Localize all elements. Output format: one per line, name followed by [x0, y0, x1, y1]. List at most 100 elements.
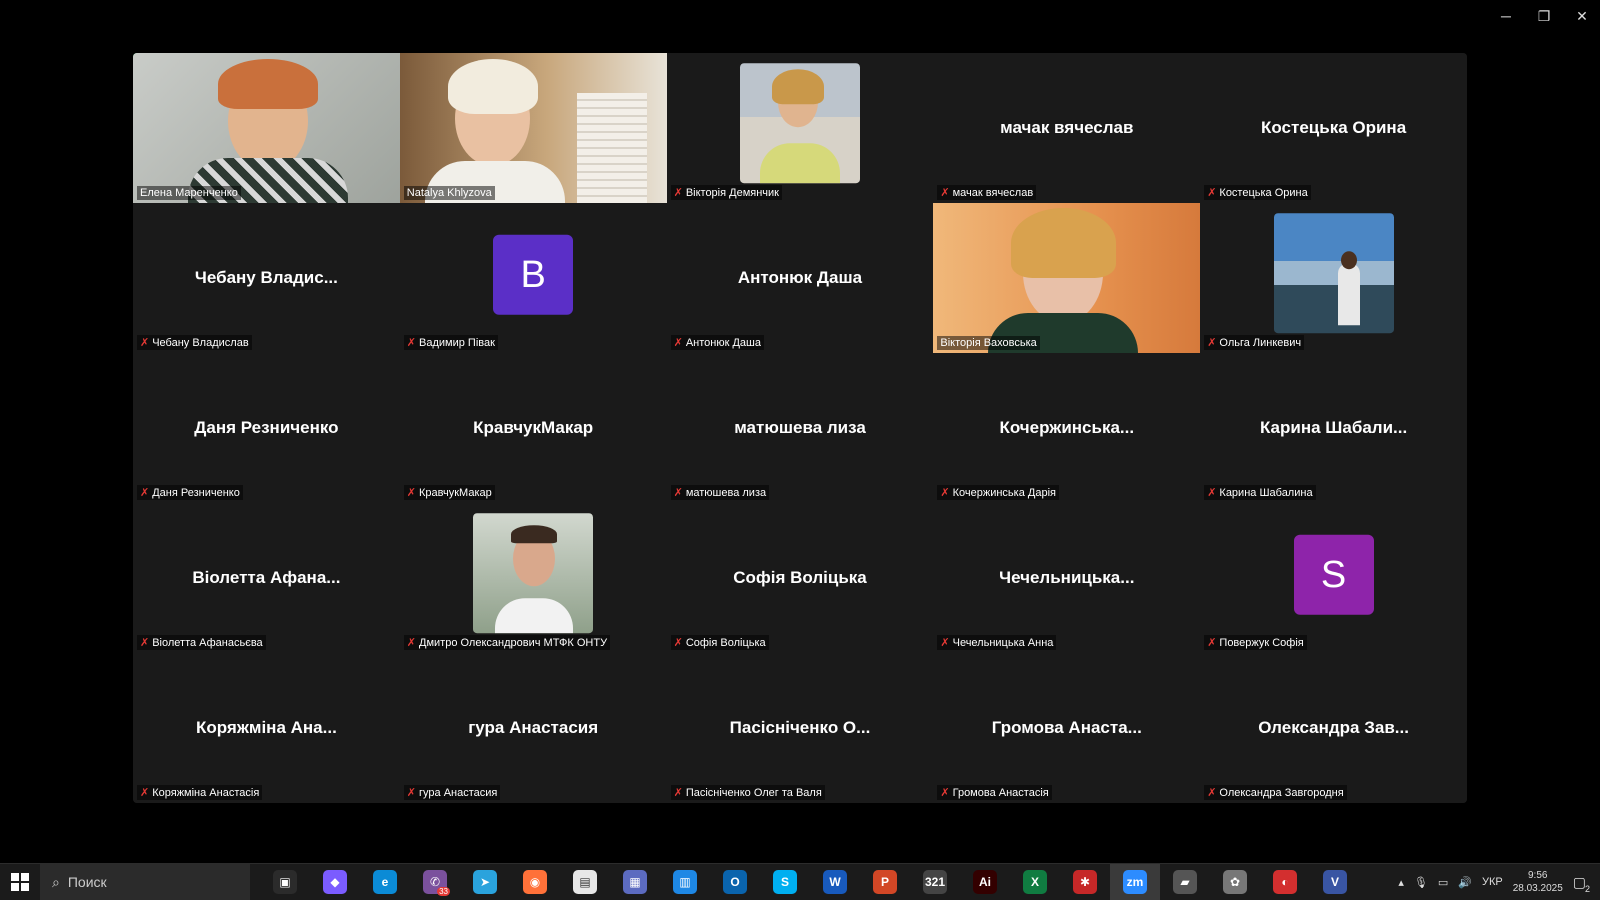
- muted-mic-icon: ✗: [406, 487, 417, 499]
- notification-icon[interactable]: ▢ 2: [1573, 874, 1590, 894]
- restore-icon[interactable]: ❐: [1536, 8, 1552, 24]
- zoom-icon: zm: [1123, 870, 1147, 894]
- participant-tile[interactable]: Костецька Орина ✗ Костецька Орина: [1200, 53, 1467, 203]
- taskbar-app-firefox[interactable]: ◉: [510, 864, 560, 900]
- participant-tile[interactable]: Віолетта Афана... ✗ Віолетта Афанасьєва: [133, 503, 400, 653]
- participant-name-label: Елена Маренченко: [137, 186, 241, 200]
- participant-name-label: ✗ Даня Резниченко: [137, 485, 243, 500]
- taskbar-app-notepad[interactable]: ▤: [560, 864, 610, 900]
- taskbar-app-illustrator[interactable]: Ai: [960, 864, 1010, 900]
- close-icon[interactable]: ✕: [1574, 8, 1590, 24]
- taskbar-app-brain-app[interactable]: ✿: [1210, 864, 1260, 900]
- participant-name: Повержук Софія: [1219, 636, 1304, 649]
- taskbar-app-opera[interactable]: ◐: [1260, 864, 1310, 900]
- taskbar-app-viber[interactable]: ✆ 33: [410, 864, 460, 900]
- participant-tile[interactable]: Natalya Khlyzova: [399, 53, 667, 203]
- participant-display-name: матюшева лиза: [734, 418, 866, 437]
- participant-tile[interactable]: Елена Маренченко: [133, 53, 400, 203]
- participant-tile[interactable]: Чебану Владис... ✗ Чебану Владислав: [133, 203, 400, 353]
- participant-tile[interactable]: B ✗ Вадимир Півак: [399, 203, 667, 353]
- outlook-glyph: O: [730, 875, 740, 889]
- participant-display-name: Олександра Зав...: [1258, 718, 1409, 737]
- participant-tile[interactable]: ✗ Ольга Линкевич: [1200, 203, 1467, 353]
- participant-name-label: ✗ матюшева лиза: [670, 485, 770, 500]
- participant-tile[interactable]: Даня Резниченко ✗ Даня Резниченко: [133, 353, 400, 503]
- word-icon: W: [823, 870, 847, 894]
- taskbar-app-skype[interactable]: S: [760, 864, 810, 900]
- participant-name: Ольга Линкевич: [1219, 336, 1302, 349]
- participant-tile[interactable]: Кочержинська... ✗ Кочержинська Дарія: [933, 353, 1201, 503]
- taskbar-app-edge[interactable]: e: [360, 864, 410, 900]
- telegram-icon: ➤: [473, 870, 497, 894]
- taskbar-app-visio[interactable]: V: [1310, 864, 1360, 900]
- participant-tile[interactable]: Софія Воліцька ✗ Софія Воліцька: [666, 503, 934, 653]
- participant-tile[interactable]: КравчукМакар ✗ КравчукМакар: [399, 353, 667, 503]
- windows-icon: [11, 873, 29, 891]
- taskbar-app-word[interactable]: W: [810, 864, 860, 900]
- language-indicator[interactable]: УКР: [1482, 876, 1503, 888]
- participant-name-label: ✗ гура Анастасия: [403, 785, 501, 800]
- taskbar-app-calendar[interactable]: ▥: [660, 864, 710, 900]
- participant-tile[interactable]: Антонюк Даша ✗ Антонюк Даша: [666, 203, 934, 353]
- participant-tile[interactable]: Чечельницька... ✗ Чечельницька Анна: [933, 503, 1201, 653]
- muted-mic-icon: ✗: [1207, 187, 1217, 199]
- media-player-icon: 321: [923, 870, 947, 894]
- participant-tile[interactable]: ✗ Дмитро Олександрович МТФК ОНТУ: [399, 503, 667, 653]
- participant-name: Елена Маренченко: [140, 187, 238, 199]
- muted-mic-icon: ✗: [673, 487, 683, 499]
- taskbar-app-excel[interactable]: X: [1010, 864, 1060, 900]
- participant-name: Вікторія Демянчик: [685, 186, 779, 199]
- participant-tile[interactable]: Вікторія Ваховська: [933, 203, 1201, 353]
- participant-name: Natalya Khlyzova: [406, 187, 492, 199]
- start-button[interactable]: [0, 864, 40, 900]
- video-feed: [133, 53, 400, 203]
- muted-mic-icon: ✗: [940, 487, 950, 499]
- participant-tile[interactable]: Карина Шабали... ✗ Карина Шабалина: [1200, 353, 1467, 503]
- participant-tile[interactable]: матюшева лиза ✗ матюшева лиза: [666, 353, 934, 503]
- participant-name-label: ✗ Вікторія Демянчик: [670, 185, 782, 200]
- muted-mic-icon: ✗: [940, 787, 950, 799]
- firefox-icon: ◉: [523, 870, 547, 894]
- network-icon[interactable]: ▭: [1438, 876, 1448, 889]
- clock[interactable]: 9:56 28.03.2025: [1513, 869, 1563, 895]
- participant-display-name: Костецька Орина: [1261, 118, 1407, 137]
- microphone-icon[interactable]: 🎙: [1414, 876, 1428, 889]
- minimize-icon[interactable]: ─: [1498, 8, 1514, 24]
- participant-name: Коряжміна Анастасія: [152, 786, 260, 799]
- tray-chevron-icon[interactable]: ▴: [1398, 876, 1404, 889]
- muted-mic-icon: ✗: [140, 787, 150, 799]
- taskbar-app-media-player[interactable]: 321: [910, 864, 960, 900]
- participant-tile[interactable]: Громова Анаста... ✗ Громова Анастасія: [933, 653, 1201, 803]
- search-placeholder: Поиск: [67, 874, 107, 890]
- taskbar-app-powerpoint[interactable]: P: [860, 864, 910, 900]
- profile-photo: [739, 63, 860, 184]
- taskbar-app-calculator[interactable]: ▦: [610, 864, 660, 900]
- participant-tile[interactable]: Олександра Зав... ✗ Олександра Завгородня: [1200, 653, 1467, 803]
- muted-mic-icon: ✗: [406, 337, 417, 349]
- participant-display-name: Чечельницька...: [999, 568, 1135, 587]
- taskbar-app-telegram[interactable]: ➤: [460, 864, 510, 900]
- taskbar-app-scanner[interactable]: ▰: [1160, 864, 1210, 900]
- taskbar-app-zoom[interactable]: zm: [1110, 864, 1160, 900]
- taskbar-apps: ▣ ◆ e ✆ 33 ➤ ◉ ▤ ▦ ▥ O S W P 321 Ai X ✱ zm ▰ ✿ ◐ V: [260, 864, 1360, 900]
- participant-tile[interactable]: гура Анастасия ✗ гура Анастасия: [399, 653, 667, 803]
- participant-tile[interactable]: Коряжміна Ана... ✗ Коряжміна Анастасія: [133, 653, 400, 803]
- taskbar-app-paint[interactable]: ✱: [1060, 864, 1110, 900]
- participant-tile[interactable]: ✗ Вікторія Демянчик: [666, 53, 934, 203]
- taskbar-app-task-view[interactable]: ▣: [260, 864, 310, 900]
- telegram-glyph: ➤: [479, 875, 491, 889]
- participant-display-name: Чебану Владис...: [194, 268, 338, 287]
- participant-display-name: Кочержинська...: [999, 418, 1135, 437]
- taskbar-search[interactable]: ⌕ Поиск: [40, 864, 250, 900]
- taskbar-app-copilot[interactable]: ◆: [310, 864, 360, 900]
- participant-tile[interactable]: Пасісніченко О... ✗ Пасісніченко Олег та В…: [666, 653, 934, 803]
- powerpoint-glyph: P: [880, 875, 889, 889]
- participant-tile[interactable]: мачак вячеслав ✗ мачак вячеслав: [933, 53, 1201, 203]
- edge-glyph: e: [381, 875, 389, 889]
- taskbar-app-outlook[interactable]: O: [710, 864, 760, 900]
- volume-icon[interactable]: 🔊: [1458, 876, 1472, 889]
- participant-name-label: Natalya Khlyzova: [403, 186, 495, 200]
- participant-tile[interactable]: S ✗ Повержук Софія: [1200, 503, 1467, 653]
- scanner-icon: ▰: [1173, 870, 1197, 894]
- participant-name-label: Вікторія Ваховська: [937, 336, 1040, 350]
